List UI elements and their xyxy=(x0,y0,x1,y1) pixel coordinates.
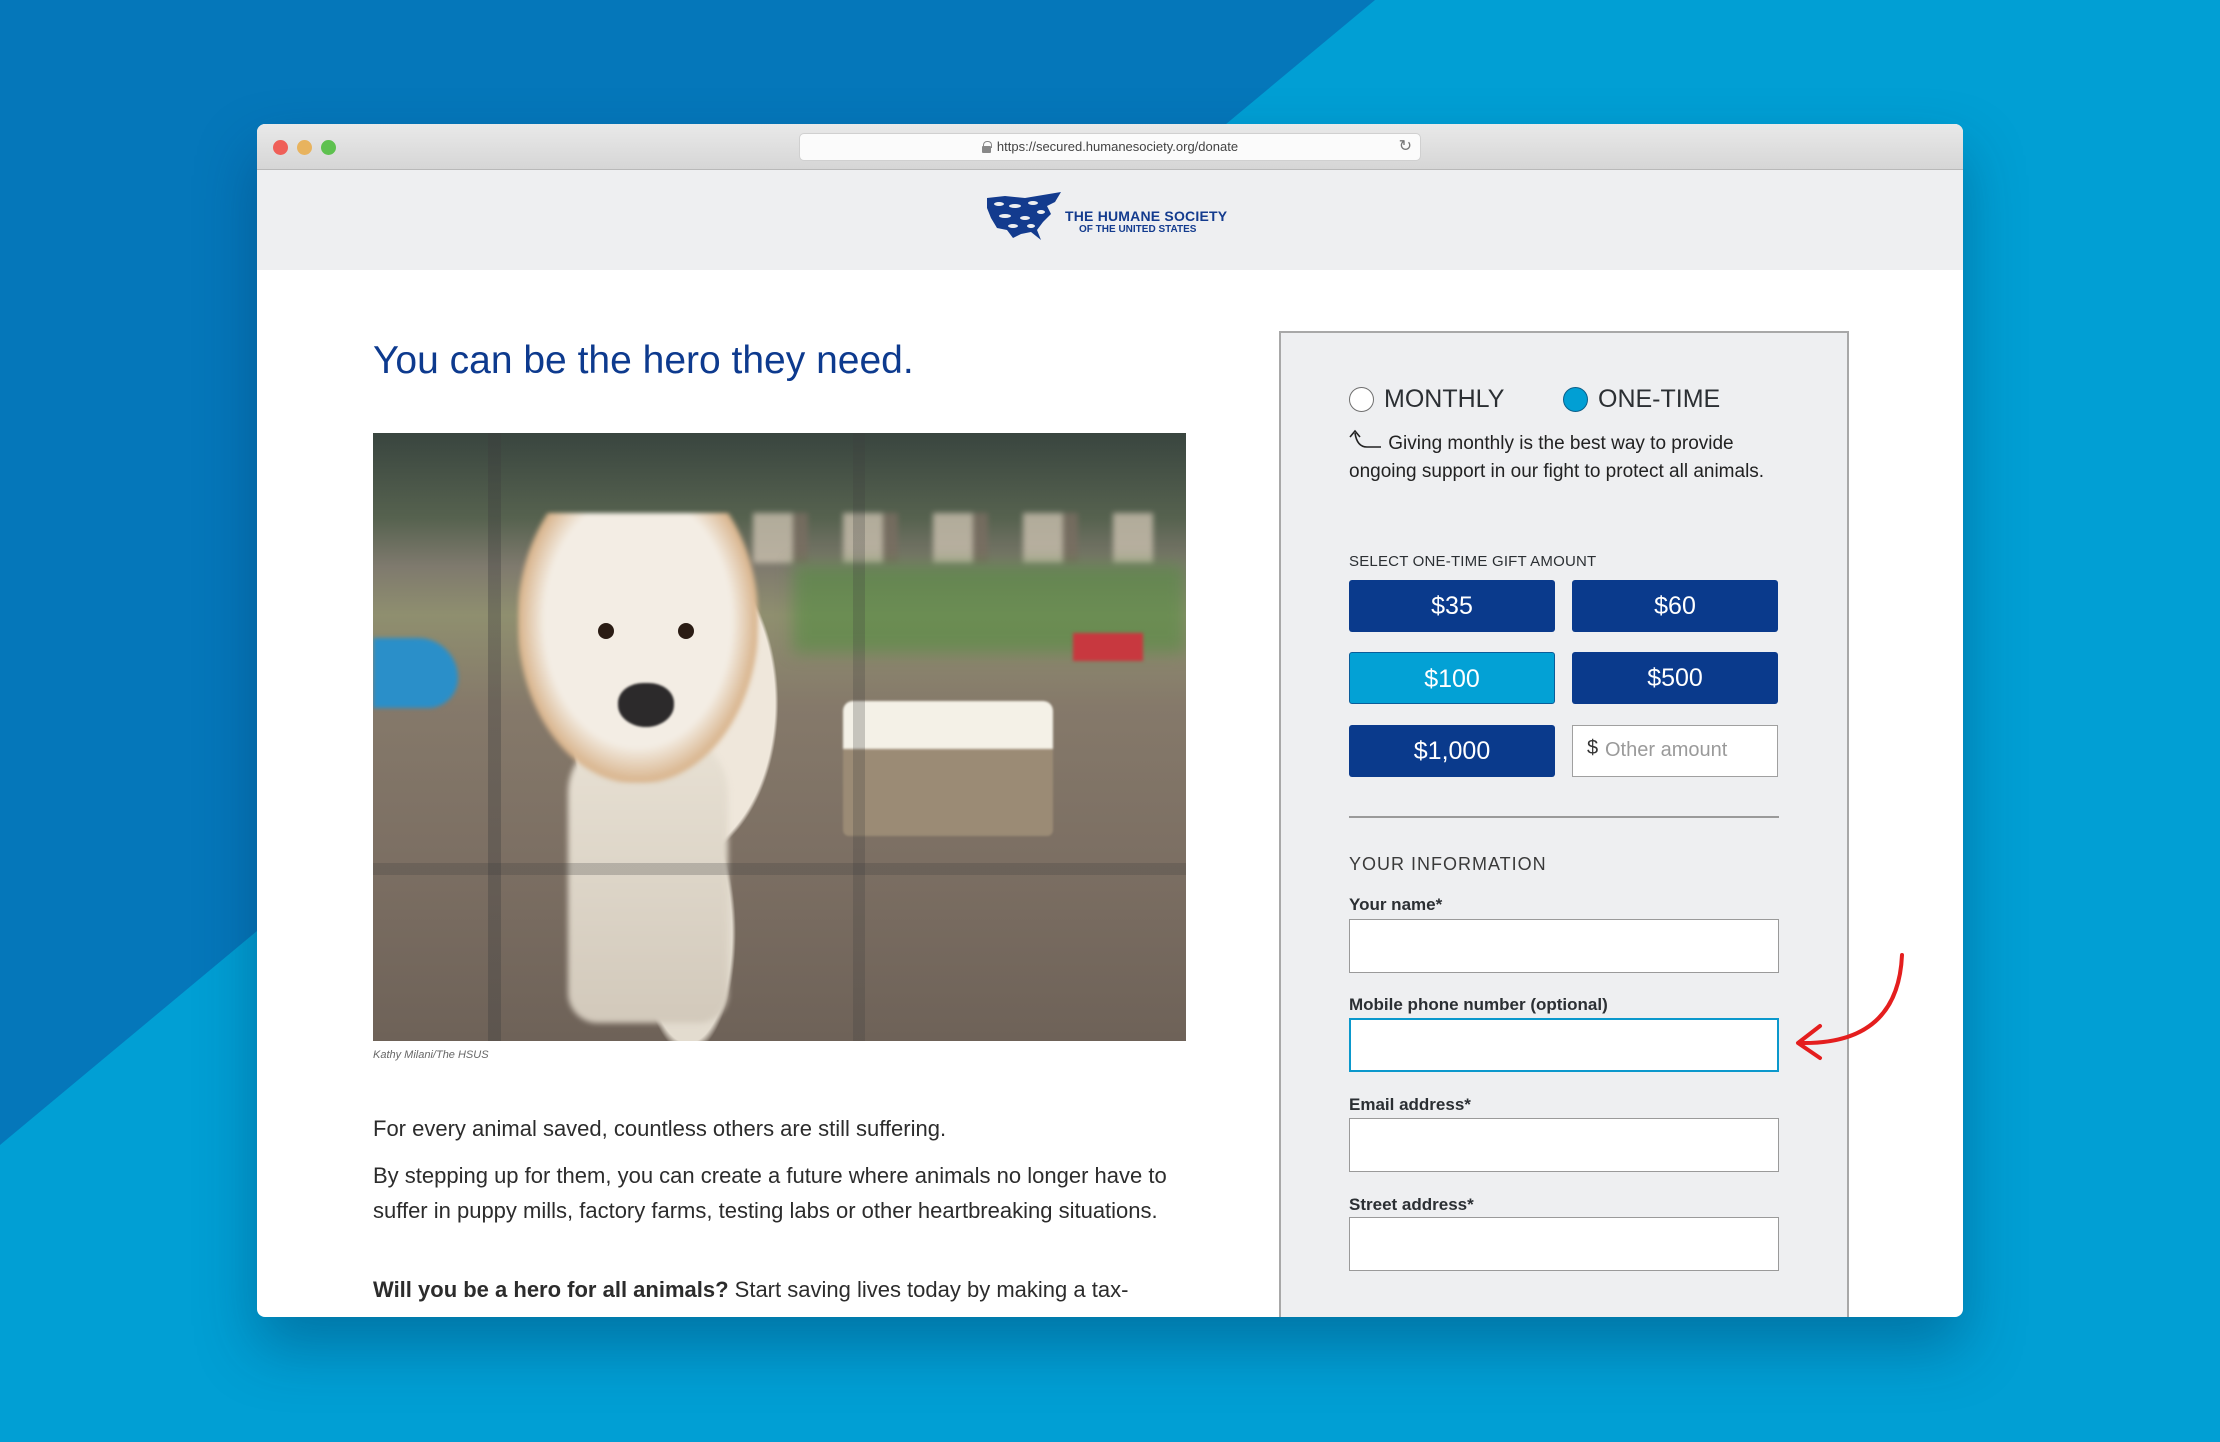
monthly-hint: Giving monthly is the best way to provid… xyxy=(1349,429,1789,486)
other-amount-field[interactable]: $ xyxy=(1572,725,1778,777)
url-text: https://secured.humanesociety.org/donate xyxy=(996,139,1239,154)
maximize-window-button[interactable] xyxy=(321,140,336,155)
close-window-button[interactable] xyxy=(273,140,288,155)
name-label: Your name* xyxy=(1349,895,1443,914)
us-map-animals-icon xyxy=(987,192,1061,240)
one-time-radio[interactable] xyxy=(1563,387,1588,412)
curved-arrow-up-icon xyxy=(1349,429,1381,448)
site-header: THE HUMANE SOCIETY OF THE UNITED STATES xyxy=(257,170,1963,270)
monthly-radio[interactable] xyxy=(1349,387,1374,412)
your-information-heading: YOUR INFORMATION xyxy=(1349,854,1547,874)
street-label: Street address* xyxy=(1349,1195,1474,1214)
monthly-label[interactable]: MONTHLY xyxy=(1384,385,1504,414)
closing-question: Will you be a hero for all animals? xyxy=(373,1277,729,1302)
dollar-prefix: $ xyxy=(1587,737,1599,759)
body-paragraph: For every animal saved, countless others… xyxy=(373,1116,947,1141)
lock-icon xyxy=(981,141,992,153)
name-input[interactable] xyxy=(1349,919,1779,973)
amount-35-button[interactable]: $35 xyxy=(1349,580,1555,632)
photo-detail xyxy=(373,433,1186,1041)
page-headline: You can be the hero they need. xyxy=(373,339,914,382)
red-annotation-arrow-icon xyxy=(1796,953,1904,1060)
hsus-logo[interactable]: THE HUMANE SOCIETY OF THE UNITED STATES xyxy=(985,192,1245,242)
photo-caption: Kathy Milani/The HSUS xyxy=(373,1049,489,1061)
amount-500-button[interactable]: $500 xyxy=(1572,652,1778,704)
address-bar[interactable]: https://secured.humanesociety.org/donate… xyxy=(799,133,1421,161)
one-time-label[interactable]: ONE-TIME xyxy=(1598,385,1720,414)
browser-toolbar: https://secured.humanesociety.org/donate… xyxy=(257,124,1963,170)
amount-1000-button[interactable]: $1,000 xyxy=(1349,725,1555,777)
phone-input[interactable] xyxy=(1349,1018,1779,1072)
logo-title: THE HUMANE SOCIETY xyxy=(1065,208,1228,224)
amount-100-button[interactable]: $100 xyxy=(1349,652,1555,704)
street-input[interactable] xyxy=(1349,1217,1779,1271)
email-input[interactable] xyxy=(1349,1118,1779,1172)
reload-icon[interactable]: ↻ xyxy=(1399,134,1412,160)
closing-text: Start saving lives today by making a tax… xyxy=(728,1277,1129,1302)
phone-label: Mobile phone number (optional) xyxy=(1349,995,1608,1014)
amount-60-button[interactable]: $60 xyxy=(1572,580,1778,632)
hint-text: Giving monthly is the best way to provid… xyxy=(1349,433,1765,482)
browser-window: https://secured.humanesociety.org/donate… xyxy=(257,124,1963,1317)
body-paragraph-closing: Will you be a hero for all animals? Star… xyxy=(373,1272,1193,1307)
section-divider xyxy=(1349,816,1779,818)
logo-subtitle: OF THE UNITED STATES xyxy=(1079,224,1197,235)
email-label: Email address* xyxy=(1349,1095,1471,1114)
body-paragraph: By stepping up for them, you can create … xyxy=(373,1163,1167,1223)
minimize-window-button[interactable] xyxy=(297,140,312,155)
dog-photo xyxy=(373,433,1186,1041)
donation-form: MONTHLY ONE-TIME Giving monthly is the b… xyxy=(1279,331,1849,1317)
gift-amount-label: SELECT ONE-TIME GIFT AMOUNT xyxy=(1349,553,1597,570)
other-amount-input[interactable] xyxy=(1605,726,1773,775)
